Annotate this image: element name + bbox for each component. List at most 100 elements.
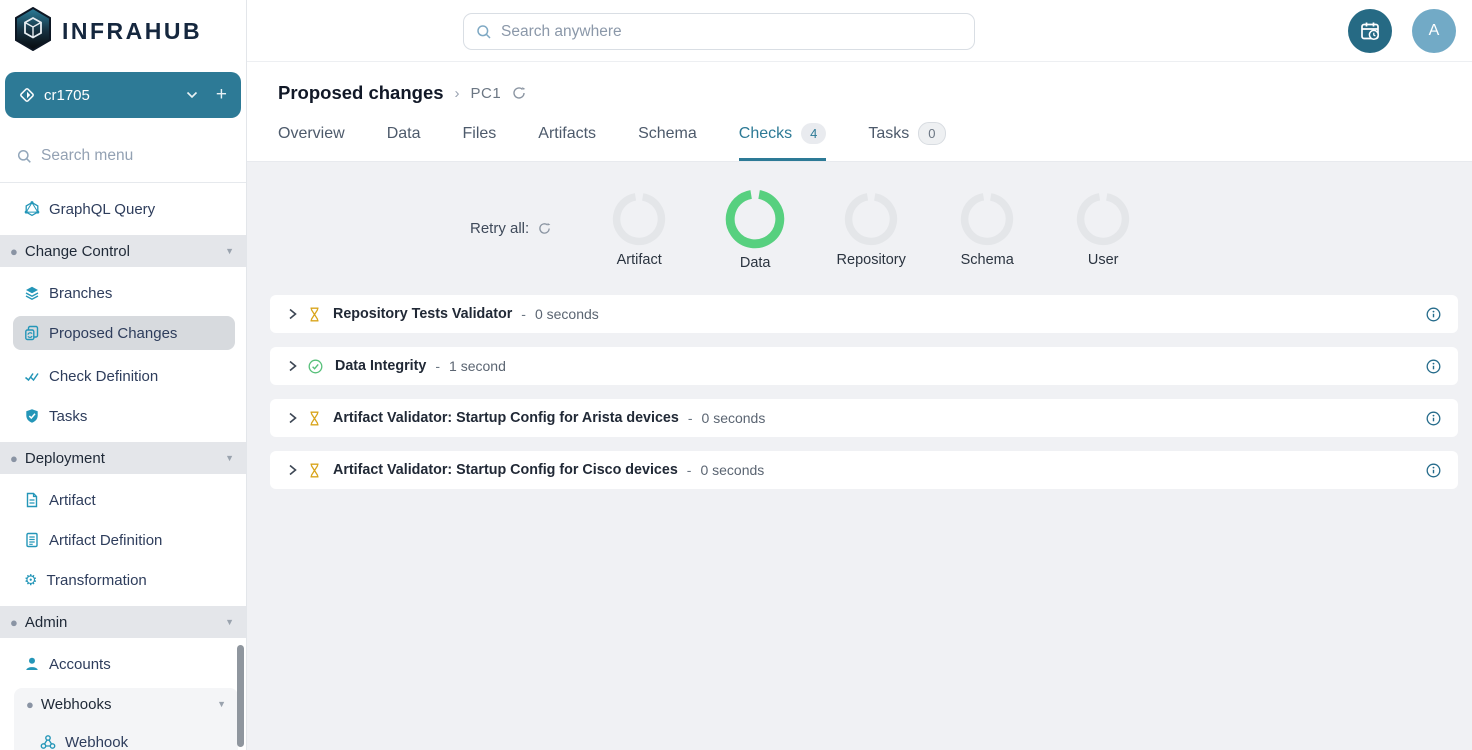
hourglass-icon: [308, 463, 321, 478]
schedule-button[interactable]: [1348, 9, 1392, 53]
bullet-icon: ●: [10, 451, 18, 466]
sidebar-item-label: Transformation: [46, 572, 146, 589]
sidebar-scrollbar[interactable]: [237, 645, 244, 747]
sidebar-search[interactable]: Search menu: [0, 140, 246, 172]
add-branch-button[interactable]: +: [216, 84, 227, 106]
validator-row-artifact-cisco[interactable]: Artifact Validator: Startup Config for C…: [270, 451, 1458, 489]
chevron-down-icon: ▼: [225, 246, 234, 256]
info-icon[interactable]: [1426, 359, 1441, 374]
sidebar-item-proposed-changes[interactable]: Proposed Changes: [13, 316, 235, 350]
sidebar-item-label: Accounts: [49, 656, 111, 673]
tab-files[interactable]: Files: [462, 122, 496, 161]
double-check-icon: [24, 368, 40, 384]
progress-ring-idle: [1075, 191, 1131, 247]
branch-icon: [19, 87, 35, 103]
section-label: Admin: [25, 614, 68, 631]
category-user[interactable]: User: [1045, 191, 1161, 271]
sidebar-item-accounts[interactable]: Accounts: [0, 650, 246, 678]
sidebar: INFRAHUB cr1705 + Search menu: [0, 0, 247, 750]
info-icon[interactable]: [1426, 411, 1441, 426]
sidebar-item-graphql-query[interactable]: GraphQL Query: [0, 195, 246, 223]
expand-chevron-icon[interactable]: [287, 464, 298, 476]
graphql-icon: [24, 201, 40, 217]
validator-title: Artifact Validator: Startup Config for A…: [333, 410, 679, 426]
check-circle-icon: [308, 359, 323, 374]
tab-schema[interactable]: Schema: [638, 122, 697, 161]
tasks-count-badge: 0: [918, 122, 945, 145]
category-schema[interactable]: Schema: [929, 191, 1045, 271]
sidebar-section-change-control[interactable]: ● Change Control ▼: [0, 235, 246, 267]
category-label: User: [1088, 252, 1119, 268]
retry-row: Retry all: Artifact Data: [470, 191, 1472, 271]
breadcrumb-item-pc1[interactable]: PC1: [471, 85, 502, 102]
avatar-initial: A: [1429, 22, 1440, 40]
progress-ring-idle: [611, 191, 667, 247]
app-root: INFRAHUB cr1705 + Search menu: [0, 0, 1472, 750]
validator-duration: 0 seconds: [700, 462, 764, 478]
layers-icon: [24, 285, 40, 301]
hourglass-icon: [308, 307, 321, 322]
main-area: A Proposed changes › PC1 Overview Data F…: [247, 0, 1472, 750]
category-label: Repository: [837, 252, 906, 268]
chevron-down-icon: ▼: [225, 453, 234, 463]
sidebar-section-deployment[interactable]: ● Deployment ▼: [0, 442, 246, 474]
retry-all[interactable]: Retry all:: [470, 218, 551, 238]
refresh-icon[interactable]: [512, 86, 526, 100]
sidebar-search-placeholder: Search menu: [41, 147, 133, 165]
sidebar-item-tasks[interactable]: Tasks: [0, 402, 246, 430]
sidebar-section-webhooks[interactable]: ● Webhooks ▼: [14, 688, 238, 720]
tab-label: Artifacts: [538, 125, 596, 143]
progress-ring-idle: [959, 191, 1015, 247]
tab-artifacts[interactable]: Artifacts: [538, 122, 596, 161]
global-search[interactable]: [463, 13, 975, 50]
validator-row-data-integrity[interactable]: Data Integrity - 1 second: [270, 347, 1458, 385]
sidebar-item-label: Artifact: [49, 492, 96, 509]
tab-overview[interactable]: Overview: [278, 122, 345, 161]
sidebar-item-artifact-definition[interactable]: Artifact Definition: [0, 526, 246, 554]
info-icon[interactable]: [1426, 307, 1441, 322]
sidebar-item-check-definition[interactable]: Check Definition: [0, 362, 246, 390]
brand-logo[interactable]: INFRAHUB: [0, 0, 246, 62]
tab-tasks[interactable]: Tasks 0: [868, 122, 945, 161]
search-icon: [17, 149, 32, 164]
sidebar-item-artifact[interactable]: Artifact: [0, 486, 246, 514]
sidebar-item-label: GraphQL Query: [49, 201, 155, 218]
webhook-icon: [40, 734, 56, 750]
validator-title: Data Integrity: [335, 358, 426, 374]
category-artifact[interactable]: Artifact: [581, 191, 697, 271]
validator-row-artifact-arista[interactable]: Artifact Validator: Startup Config for A…: [270, 399, 1458, 437]
tab-label: Schema: [638, 125, 697, 143]
refresh-icon[interactable]: [538, 222, 551, 235]
validator-list: Repository Tests Validator - 0 seconds D…: [270, 295, 1458, 489]
validator-duration: 0 seconds: [702, 410, 766, 426]
sidebar-subsection-webhooks: ● Webhooks ▼ Webhook: [14, 688, 238, 750]
expand-chevron-icon[interactable]: [287, 360, 298, 372]
search-icon: [476, 24, 492, 40]
sidebar-item-label: Proposed Changes: [49, 325, 177, 342]
sidebar-section-admin[interactable]: ● Admin ▼: [0, 606, 246, 638]
expand-chevron-icon[interactable]: [287, 412, 298, 424]
document-icon: [24, 492, 40, 508]
category-data[interactable]: Data: [697, 191, 813, 271]
branch-selector[interactable]: cr1705 +: [5, 72, 241, 118]
tab-label: Data: [387, 125, 421, 143]
user-icon: [24, 656, 40, 672]
branch-name: cr1705: [44, 87, 186, 104]
page-title[interactable]: Proposed changes: [278, 82, 444, 104]
validator-row-repository-tests[interactable]: Repository Tests Validator - 0 seconds: [270, 295, 1458, 333]
validator-title: Artifact Validator: Startup Config for C…: [333, 462, 678, 478]
sidebar-divider: [0, 182, 246, 183]
calendar-clock-icon: [1359, 20, 1382, 43]
category-repository[interactable]: Repository: [813, 191, 929, 271]
sidebar-item-branches[interactable]: Branches: [0, 279, 246, 307]
sidebar-item-webhook[interactable]: Webhook: [14, 728, 238, 750]
search-input[interactable]: [501, 23, 931, 41]
expand-chevron-icon[interactable]: [287, 308, 298, 320]
chevron-down-icon[interactable]: [186, 86, 198, 104]
sidebar-item-transformation[interactable]: ⚙ Transformation: [0, 566, 246, 594]
avatar[interactable]: A: [1412, 9, 1456, 53]
bullet-icon: ●: [10, 244, 18, 259]
tab-checks[interactable]: Checks 4: [739, 122, 827, 161]
tab-data[interactable]: Data: [387, 122, 421, 161]
info-icon[interactable]: [1426, 463, 1441, 478]
